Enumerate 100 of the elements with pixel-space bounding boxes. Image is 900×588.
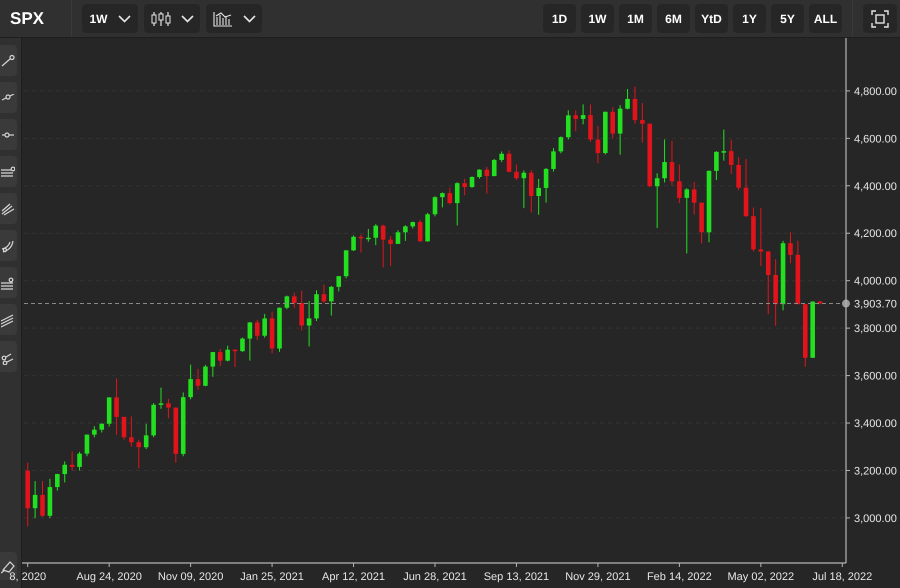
candlestick [551,148,556,172]
y-axis-label: 3,200.00 [854,465,897,478]
candlestick [462,178,467,196]
candlestick [528,170,534,213]
candlestick [603,111,608,155]
candlestick [788,232,793,264]
candlestick [70,451,74,471]
drawing-tool-button[interactable] [0,304,17,335]
candlestick [684,188,690,254]
candlestick [225,345,230,362]
drawing-tool-icon [1,200,15,216]
candlestick [640,102,645,144]
candlestick [40,480,45,518]
range-button[interactable]: 1M [619,4,652,33]
candlestick [129,416,134,448]
candlestick [314,290,319,322]
x-axis-label: Nov 09, 2020 [158,571,224,583]
candlestick [388,236,393,266]
candlestick [514,164,519,180]
candlestick [736,156,741,191]
candlestick [306,300,312,347]
candlestick [277,307,282,352]
candlestick [484,166,490,194]
fullscreen-icon [871,10,889,28]
range-button[interactable]: 6M [657,4,690,33]
candlestick [647,123,652,188]
candlestick [248,321,252,362]
y-axis-label: 3,800.00 [854,323,897,336]
candlestick [699,202,704,244]
candlestick [55,473,60,492]
interval-dropdown[interactable]: 1W [82,4,138,33]
candlestick [166,398,171,419]
chevron-down-icon [180,14,194,22]
indicators-dropdown[interactable] [206,4,262,33]
range-button[interactable]: 5Y [771,4,804,33]
drawing-tool-icon [1,94,15,102]
candlestick [477,168,482,180]
candlestick [48,478,52,519]
candlestick [136,439,142,469]
candlestick [596,126,600,164]
candlestick [722,129,726,162]
candlestick [670,140,674,186]
candlestick [818,300,822,305]
candlestick [796,240,800,305]
candlestick [299,290,304,331]
last-price-marker [842,300,850,308]
drawing-tool-button[interactable] [0,82,17,113]
candlestick [62,460,68,483]
y-axis-label: 4,600.00 [854,133,897,146]
candlestick [802,303,808,368]
drawing-tool-button[interactable] [0,119,17,150]
range-button[interactable]: ALL [809,4,842,33]
x-axis-label: Feb 14, 2022 [646,571,712,583]
candlestick [380,224,386,268]
range-button[interactable]: 1Y [733,4,766,33]
candlestick [632,86,638,124]
drawing-tool-button[interactable] [0,45,17,76]
candlestick [780,240,786,311]
candlestick [662,139,667,183]
candlestick [322,284,326,304]
drawing-tool-button[interactable] [0,552,17,580]
candlestick [122,416,126,440]
candlestick [196,368,200,390]
candlestick [758,207,764,266]
candlestick [270,311,274,354]
range-button[interactable]: YtD [695,4,728,33]
range-button[interactable]: 1W [581,4,614,33]
candlestick [92,426,97,438]
candlestick [728,140,734,174]
drawing-tool-icon [1,132,15,138]
drawing-tool-button[interactable] [0,341,17,372]
candlestick [358,234,364,253]
candlestick [210,352,216,378]
candlestick [218,348,223,367]
candlestick [544,168,548,204]
y-axis-label: 3,600.00 [854,370,897,383]
y-axis-label: 4,000.00 [854,276,897,288]
candlestick [106,396,112,428]
candlestick [566,110,571,140]
candlestick [573,110,578,132]
chart-type-dropdown[interactable] [144,4,200,33]
candlestick [677,164,682,204]
candlestick [618,104,622,156]
drawing-tool-button[interactable] [0,267,17,298]
drawing-tool-button[interactable] [0,156,17,187]
drawing-tool-button[interactable] [0,230,17,261]
candlestick [25,462,30,527]
x-axis-label: Nov 29, 2021 [565,571,631,583]
range-button[interactable]: 1D [543,4,576,33]
y-axis-label: 4,200.00 [854,228,897,240]
candlestick [336,275,342,292]
candlestick [810,300,815,358]
drawing-tool-button[interactable] [0,193,17,224]
candlestick [240,337,245,352]
candlestick [344,250,348,279]
candlestick [418,219,422,242]
fullscreen-button[interactable] [863,4,897,33]
drawing-tool-icon [1,274,15,290]
candlestick [425,212,430,242]
candlestick [558,136,564,154]
